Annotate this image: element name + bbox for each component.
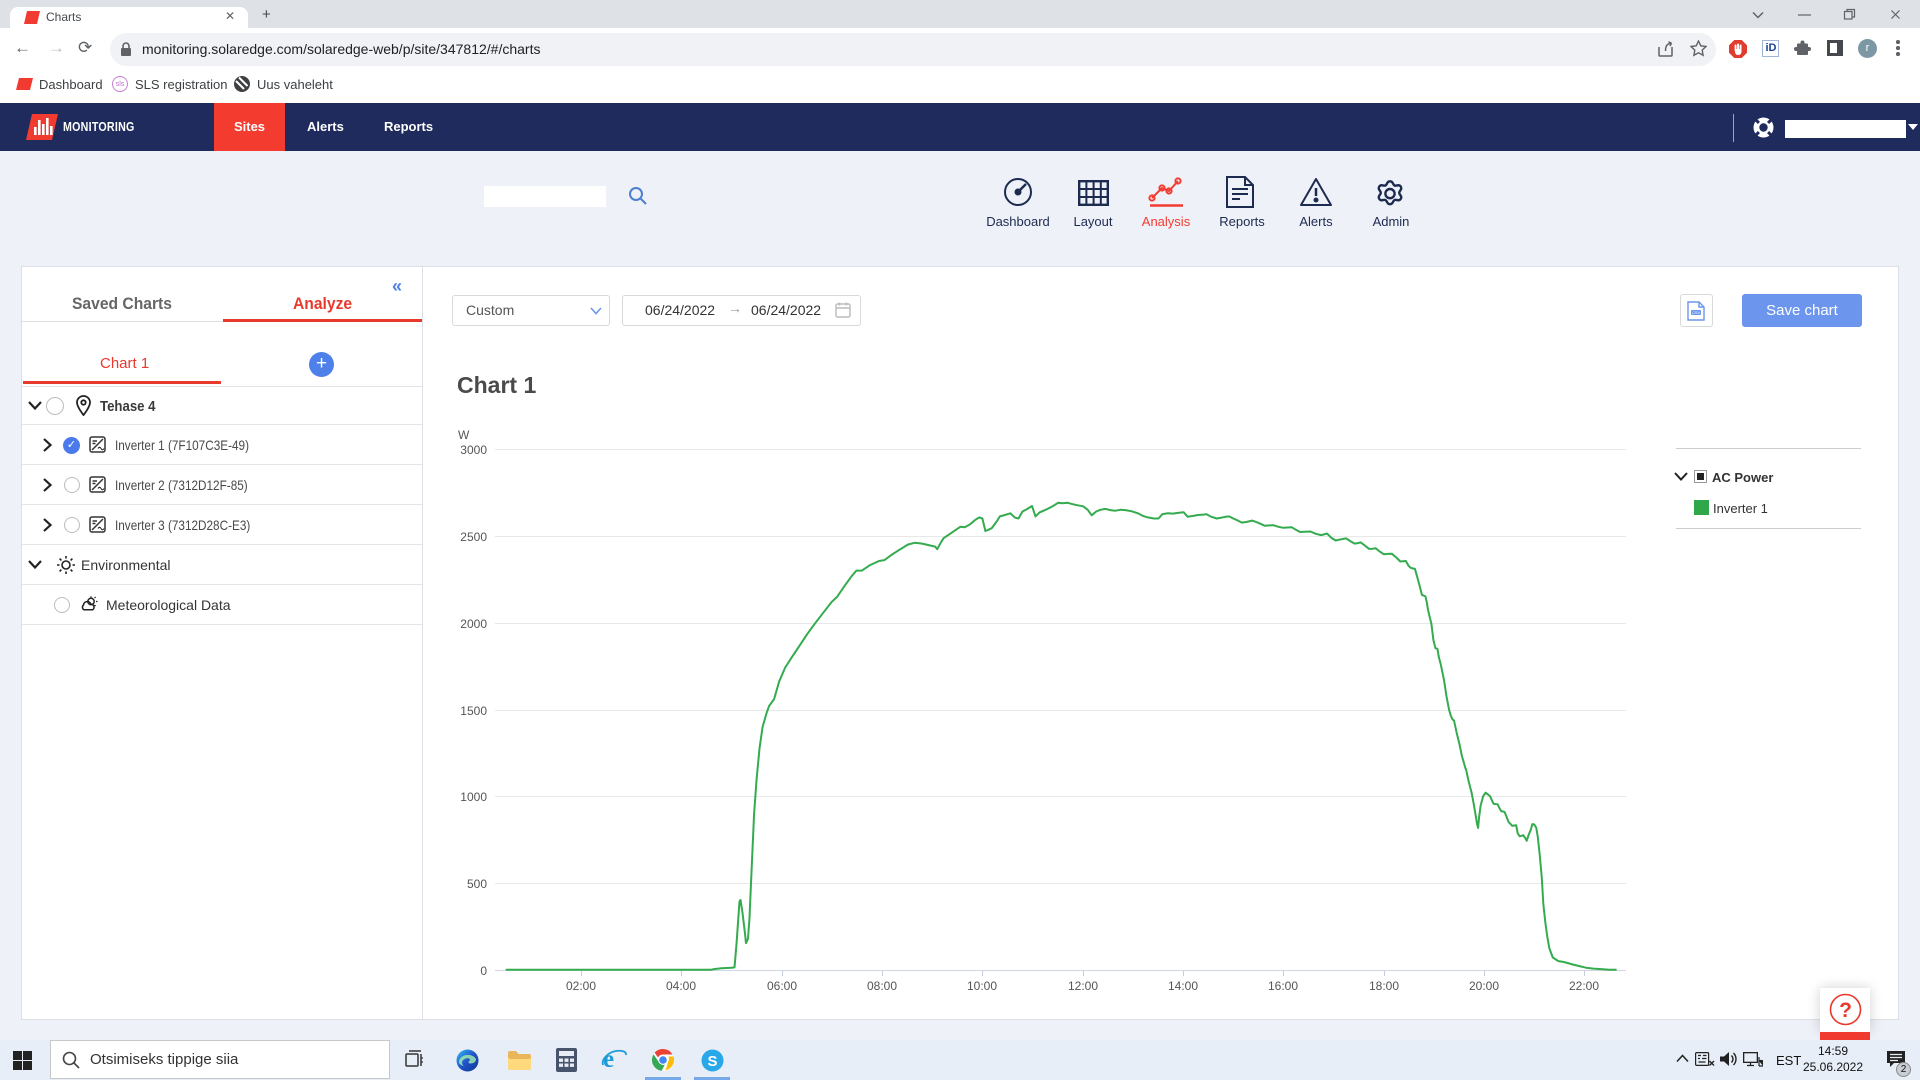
svg-text:?: ? (1839, 999, 1852, 1022)
svg-text:CSV: CSV (1692, 310, 1701, 315)
svg-text:S: S (707, 1053, 717, 1070)
